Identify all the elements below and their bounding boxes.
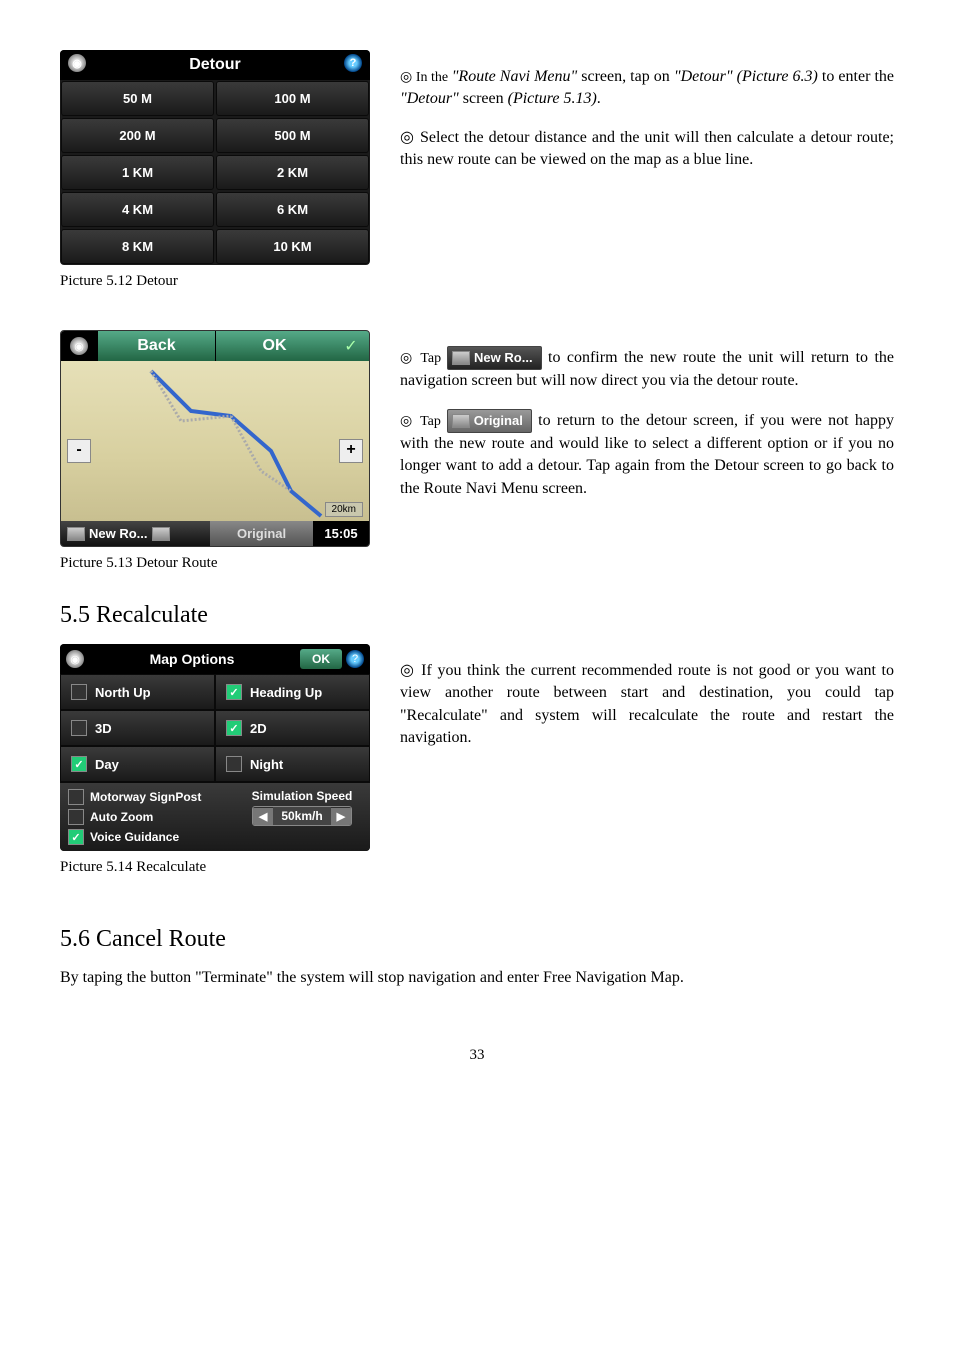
detour-cell-4km[interactable]: 4 KM xyxy=(61,192,214,227)
checkbox-icon: ✓ xyxy=(226,720,242,736)
caption-513: Picture 5.13 Detour Route xyxy=(60,555,370,572)
simulation-speed-label: Simulation Speed xyxy=(242,789,362,803)
detour-title: Detour xyxy=(189,56,241,73)
checkbox-icon: ✓ xyxy=(68,829,84,845)
checkbox-icon xyxy=(68,809,84,825)
caption-512: Picture 5.12 Detour xyxy=(60,273,370,290)
detour-grid: 50 M 100 M 200 M 500 M 1 KM 2 KM 4 KM 6 … xyxy=(60,80,370,265)
checkbox-icon xyxy=(68,789,84,805)
mapopt-header: ◉ Map Options OK ? xyxy=(60,644,370,674)
screen-icon xyxy=(452,351,470,365)
detour-cell-100m[interactable]: 100 M xyxy=(216,81,369,116)
page-number: 33 xyxy=(60,1047,894,1064)
scale-label: 20km xyxy=(325,502,363,517)
checkbox-icon: ✓ xyxy=(226,684,242,700)
detour-cell-8km[interactable]: 8 KM xyxy=(61,229,214,264)
new-route-button[interactable]: New Ro... xyxy=(61,521,210,546)
simulation-speed-stepper[interactable]: ◀ 50km/h ▶ xyxy=(252,806,352,826)
route-header: ◉ Back OK ✓ xyxy=(61,331,369,361)
arrow-left-icon[interactable]: ◀ xyxy=(253,808,273,825)
gps-icon: ◉ xyxy=(68,54,86,72)
detour-cell-200m[interactable]: 200 M xyxy=(61,118,214,153)
cancel-route-para: By taping the button "Terminate" the sys… xyxy=(60,969,894,987)
screen-icon xyxy=(67,527,85,541)
option-voice-guidance[interactable]: ✓Voice Guidance xyxy=(68,829,232,845)
detour-cell-1km[interactable]: 1 KM xyxy=(61,155,214,190)
option-north-up[interactable]: North Up xyxy=(60,674,215,710)
zoom-in-button[interactable]: + xyxy=(339,439,363,463)
detour-cell-10km[interactable]: 10 KM xyxy=(216,229,369,264)
route-map[interactable]: - + 20km xyxy=(61,361,369,521)
heading-55: 5.5 Recalculate xyxy=(60,602,894,629)
detour-para-2: ◎ Select the detour distance and the uni… xyxy=(400,127,894,172)
ok-button[interactable]: OK xyxy=(215,331,333,361)
checkbox-icon: ✓ xyxy=(71,756,87,772)
option-2d[interactable]: ✓2D xyxy=(215,710,370,746)
detour-cell-2km[interactable]: 2 KM xyxy=(216,155,369,190)
original-button[interactable]: Original xyxy=(210,521,313,546)
speed-value: 50km/h xyxy=(273,807,330,825)
detour-route-widget: ◉ Back OK ✓ - + 20km New Ro... xyxy=(60,330,370,547)
tap-newro-para: ◎ Tap New Ro... to confirm the new route… xyxy=(400,346,894,393)
inline-new-route-button: New Ro... xyxy=(447,346,542,370)
screen-icon xyxy=(152,527,170,541)
check-icon[interactable]: ✓ xyxy=(333,331,369,361)
option-auto-zoom[interactable]: Auto Zoom xyxy=(68,809,232,825)
back-button[interactable]: Back xyxy=(97,331,215,361)
option-motorway-signpost[interactable]: Motorway SignPost xyxy=(68,789,232,805)
recalc-para: ◎ If you think the current recommended r… xyxy=(400,660,894,750)
screen-icon xyxy=(452,414,470,428)
zoom-out-button[interactable]: - xyxy=(67,439,91,463)
help-icon[interactable]: ? xyxy=(346,650,364,668)
ok-button[interactable]: OK xyxy=(300,649,342,669)
option-3d[interactable]: 3D xyxy=(60,710,215,746)
detour-header: ◉ Detour ? xyxy=(60,50,370,80)
gps-icon: ◉ xyxy=(66,650,84,668)
route-footer: New Ro... Original 15:05 xyxy=(61,521,369,546)
arrow-right-icon[interactable]: ▶ xyxy=(331,808,351,825)
inline-original-button: Original xyxy=(447,409,532,433)
gps-icon: ◉ xyxy=(61,331,97,361)
checkbox-icon xyxy=(71,720,87,736)
option-day[interactable]: ✓Day xyxy=(60,746,215,782)
mapopt-bottom: Motorway SignPost Auto Zoom ✓Voice Guida… xyxy=(60,782,370,851)
option-night[interactable]: Night xyxy=(215,746,370,782)
detour-para-1: ◎ In the "Route Navi Menu" screen, tap o… xyxy=(400,66,894,111)
option-heading-up[interactable]: ✓Heading Up xyxy=(215,674,370,710)
heading-56: 5.6 Cancel Route xyxy=(60,926,894,953)
tap-original-para: ◎ Tap Original to return to the detour s… xyxy=(400,409,894,500)
detour-cell-6km[interactable]: 6 KM xyxy=(216,192,369,227)
help-icon[interactable]: ? xyxy=(344,54,362,72)
time-label: 15:05 xyxy=(313,521,369,546)
detour-cell-500m[interactable]: 500 M xyxy=(216,118,369,153)
checkbox-icon xyxy=(226,756,242,772)
map-options-widget: ◉ Map Options OK ? North Up ✓Heading Up … xyxy=(60,644,370,851)
checkbox-icon xyxy=(71,684,87,700)
detour-widget: ◉ Detour ? 50 M 100 M 200 M 500 M 1 KM 2… xyxy=(60,50,370,265)
mapopt-title: Map Options xyxy=(84,651,300,667)
caption-514: Picture 5.14 Recalculate xyxy=(60,859,370,876)
detour-cell-50m[interactable]: 50 M xyxy=(61,81,214,116)
